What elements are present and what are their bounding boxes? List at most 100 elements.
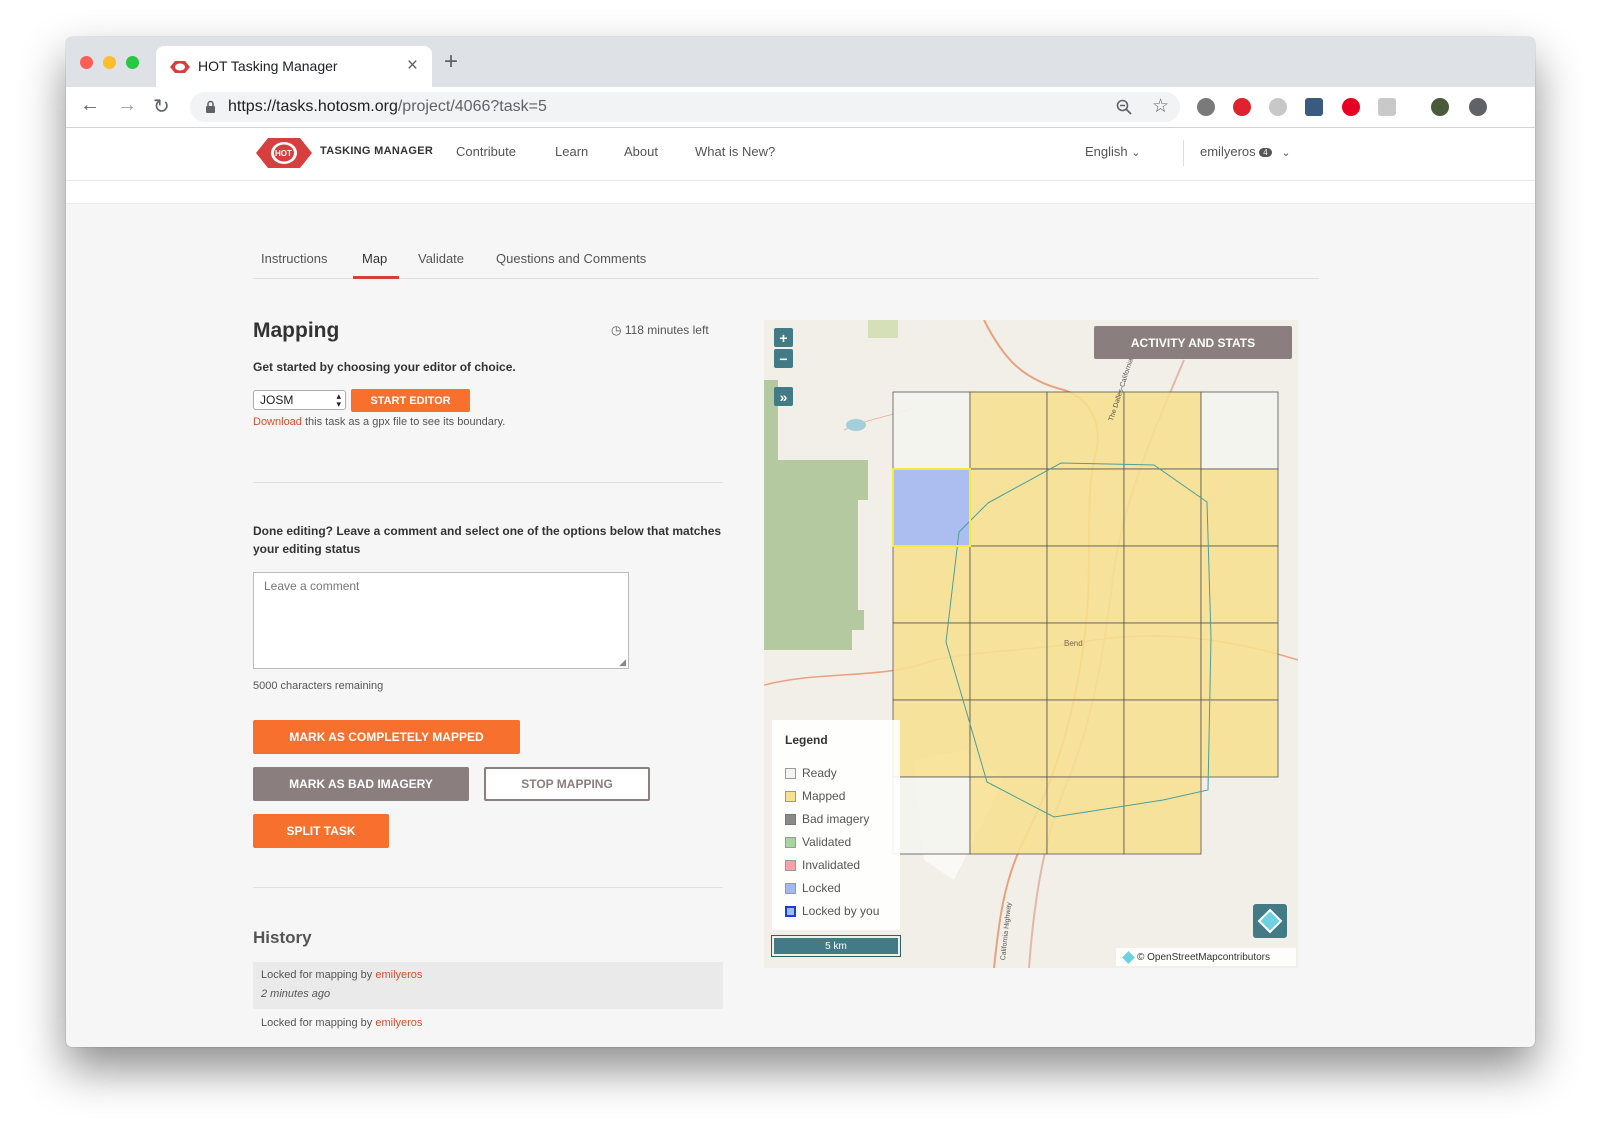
legend-item: Locked [785,881,841,895]
task-cell[interactable] [1046,622,1125,701]
task-cell[interactable] [1123,391,1202,470]
bookmark-star-icon[interactable]: ☆ [1152,95,1169,118]
task-cell[interactable] [1123,622,1202,701]
header-subbar [66,181,1535,204]
settings-extension-icon[interactable] [1197,98,1215,116]
circle-extension-icon[interactable] [1269,98,1287,116]
tab-instructions[interactable]: Instructions [261,251,327,266]
mark-bad-imagery-button[interactable]: Mark as bad imagery [253,767,469,801]
task-cell[interactable] [892,699,971,778]
task-cell[interactable] [969,622,1048,701]
zoom-out-button[interactable]: − [774,349,793,368]
grammarly-extension-icon[interactable] [1378,98,1396,116]
nav-contribute[interactable]: Contribute [456,144,516,159]
ublock-extension-icon[interactable] [1233,98,1251,116]
task-cell[interactable] [1200,468,1279,547]
comment-input[interactable]: Leave a comment ◢ [253,572,629,669]
resize-handle-icon[interactable]: ◢ [619,657,626,668]
activity-stats-button[interactable]: Activity and Stats [1094,326,1292,359]
task-cell[interactable] [969,699,1048,778]
address-bar[interactable]: https://tasks.hotosm.org/project/4066?ta… [190,92,1180,122]
nav-learn[interactable]: Learn [555,144,588,159]
section-divider [253,887,723,888]
time-left-text: 118 minutes left [624,323,709,337]
back-icon[interactable]: ← [80,94,100,117]
tab-map[interactable]: Map [362,251,387,266]
legend-item: Validated [785,835,851,849]
legend-swatch [785,859,796,871]
user-menu[interactable]: emilyeros 4 ⌄ [1200,144,1291,159]
legend-swatch [785,767,796,779]
active-tab-indicator [353,276,399,279]
legend-title: Legend [785,733,828,747]
task-cell[interactable] [1200,699,1279,778]
brand-name[interactable]: TASKING MANAGER [320,145,433,157]
start-editor-button[interactable]: Start Editor [351,389,470,412]
history-user-link[interactable]: emilyeros [375,1017,422,1029]
username: emilyeros [1200,144,1256,159]
site-header: HOT TASKING MANAGER Contribute Learn Abo… [66,128,1535,181]
tab-questions-comments[interactable]: Questions and Comments [496,251,646,266]
legend-swatch [785,882,796,894]
split-task-button[interactable]: Split task [253,814,389,848]
history-item-text: Locked for mapping by emilyeros [261,969,422,981]
nav-about[interactable]: About [624,144,658,159]
pinterest-extension-icon[interactable] [1342,98,1360,116]
browser-tab[interactable]: HOT Tasking Manager × [156,46,432,87]
task-cell[interactable] [1200,391,1279,470]
new-tab-icon[interactable]: + [444,50,458,74]
task-cell[interactable] [892,622,971,701]
task-cell[interactable] [1123,468,1202,547]
profile-avatar-icon[interactable] [1431,98,1449,116]
editor-select[interactable]: JOSM ▴ ▾ [253,390,346,410]
stop-mapping-button[interactable]: Stop mapping [484,767,650,801]
attribution-suffix: contributors [1217,951,1270,963]
forward-icon[interactable]: → [117,94,137,117]
maximize-window-button[interactable] [126,56,139,69]
task-map[interactable]: Bend The Dalles-California Highway Calif… [764,320,1298,968]
task-cell[interactable] [969,391,1048,470]
language-selector[interactable]: English ⌄ [1085,144,1140,159]
task-cell[interactable] [969,545,1048,624]
zoom-in-button[interactable]: + [774,328,793,347]
tab-validate[interactable]: Validate [418,251,464,266]
nav-whats-new[interactable]: What is New? [695,144,775,159]
legend-swatch [785,836,796,848]
section-divider [253,482,723,483]
download-text: this task as a gpx file to see its bound… [301,416,506,428]
task-cell[interactable] [1200,622,1279,701]
task-cell[interactable] [892,776,971,855]
minimize-window-button[interactable] [103,56,116,69]
update-icon[interactable] [1469,98,1487,116]
task-cell[interactable] [1046,468,1125,547]
editor-prompt: Get started by choosing your editor of c… [253,360,516,374]
url-host: https://tasks.hotosm.org [228,98,398,115]
scale-bar: 5 km [771,935,901,957]
expand-sidebar-button[interactable]: » [774,387,793,406]
close-window-button[interactable] [80,56,93,69]
task-cell[interactable] [969,468,1048,547]
mark-mapped-button[interactable]: Mark as completely mapped [253,720,520,754]
task-cell[interactable] [1123,545,1202,624]
legend-label: Locked [802,881,841,895]
legend-item: Ready [785,766,837,780]
browser-window: HOT Tasking Manager × + ← → ↻ https://ta… [66,37,1535,1047]
legend-label: Locked by you [802,904,880,918]
done-prompt: Done editing? Leave a comment and select… [253,524,722,556]
close-tab-icon[interactable]: × [407,55,418,77]
history-user-link[interactable]: emilyeros [375,969,422,981]
download-link[interactable]: Download [253,416,302,428]
task-cell[interactable] [969,776,1048,855]
reload-icon[interactable]: ↻ [153,94,170,119]
layers-button[interactable] [1253,904,1287,938]
task-cell[interactable] [1046,699,1125,778]
task-cell[interactable] [892,391,971,470]
task-cell[interactable] [1046,776,1125,855]
eyedropper-extension-icon[interactable] [1305,98,1323,116]
task-cell[interactable] [1200,545,1279,624]
task-cell[interactable] [892,545,971,624]
zoom-icon[interactable] [1116,99,1132,115]
task-cell[interactable] [1123,699,1202,778]
task-cell[interactable] [1123,776,1202,855]
task-cell[interactable] [1046,545,1125,624]
